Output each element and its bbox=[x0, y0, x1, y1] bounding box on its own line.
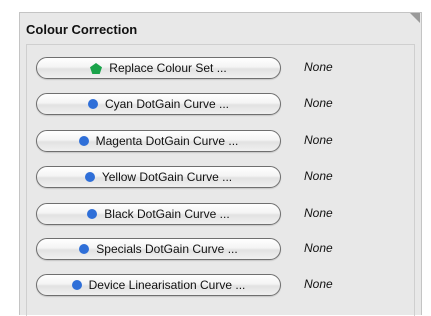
blue-dot-icon bbox=[87, 99, 98, 109]
specials-dotgain-curve-status: None bbox=[304, 241, 333, 255]
specials-dotgain-curve-button[interactable]: Specials DotGain Curve ... bbox=[36, 238, 281, 260]
yellow-dotgain-curve-label: Yellow DotGain Curve ... bbox=[101, 170, 233, 184]
yellow-dotgain-curve-button[interactable]: Yellow DotGain Curve ... bbox=[36, 166, 281, 188]
blue-dot-icon bbox=[79, 244, 90, 254]
cyan-dotgain-curve-status: None bbox=[304, 96, 333, 110]
blue-dot-icon bbox=[78, 136, 89, 146]
cyan-dotgain-curve-label: Cyan DotGain Curve ... bbox=[104, 97, 230, 111]
device-linearisation-curve-status: None bbox=[304, 277, 333, 291]
blue-dot-icon bbox=[84, 172, 95, 182]
replace-colour-set-button[interactable]: Replace Colour Set ... bbox=[36, 57, 281, 79]
collapse-triangle-icon[interactable] bbox=[410, 13, 420, 23]
device-linearisation-curve-button[interactable]: Device Linearisation Curve ... bbox=[36, 274, 281, 296]
colour-correction-panel: Colour Correction Replace Colour Set ...… bbox=[19, 12, 422, 316]
black-dotgain-curve-button[interactable]: Black DotGain Curve ... bbox=[36, 203, 281, 225]
yellow-dotgain-curve-status: None bbox=[304, 169, 333, 183]
replace-colour-set-label: Replace Colour Set ... bbox=[109, 61, 227, 75]
black-dotgain-curve-status: None bbox=[304, 206, 333, 220]
blue-dot-icon bbox=[71, 280, 82, 290]
black-dotgain-curve-label: Black DotGain Curve ... bbox=[104, 207, 230, 221]
magenta-dotgain-curve-status: None bbox=[304, 133, 333, 147]
device-linearisation-curve-label: Device Linearisation Curve ... bbox=[88, 278, 246, 292]
green-pentagon-icon bbox=[90, 62, 103, 74]
cyan-dotgain-curve-button[interactable]: Cyan DotGain Curve ... bbox=[36, 93, 281, 115]
magenta-dotgain-curve-label: Magenta DotGain Curve ... bbox=[95, 134, 239, 148]
panel-title: Colour Correction bbox=[26, 22, 138, 37]
panel-header: Colour Correction bbox=[20, 13, 421, 41]
magenta-dotgain-curve-button[interactable]: Magenta DotGain Curve ... bbox=[36, 130, 281, 152]
blue-dot-icon bbox=[87, 209, 98, 219]
specials-dotgain-curve-label: Specials DotGain Curve ... bbox=[96, 242, 238, 256]
replace-colour-set-status: None bbox=[304, 60, 333, 74]
